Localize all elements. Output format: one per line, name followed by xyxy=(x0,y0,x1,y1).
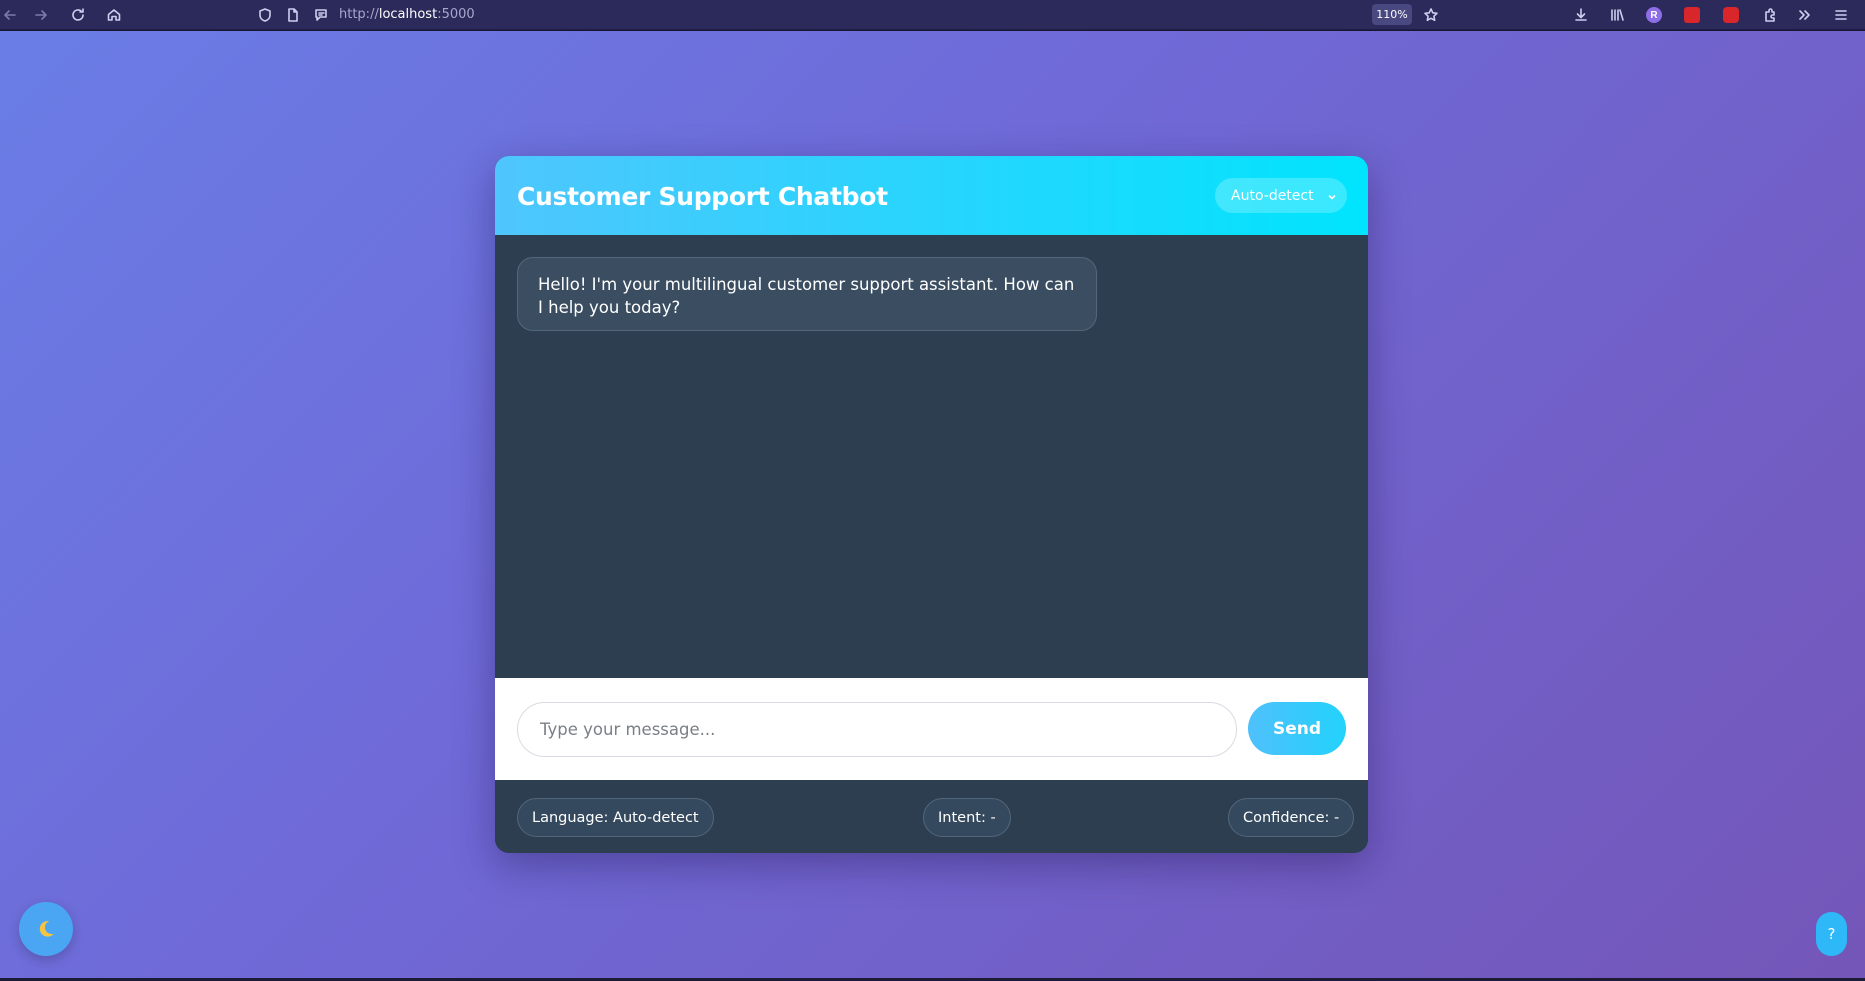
url-scheme: http:// xyxy=(339,7,379,22)
language-status: Language: Auto-detect xyxy=(517,798,714,837)
chevron-down-icon xyxy=(1327,190,1337,200)
overflow-chevrons-icon[interactable] xyxy=(1795,5,1815,25)
downloads-icon[interactable] xyxy=(1571,5,1591,25)
chat-title: Customer Support Chatbot xyxy=(517,182,888,211)
extension-pen-icon[interactable] xyxy=(1684,7,1700,23)
shield-icon[interactable] xyxy=(255,5,275,25)
help-button[interactable]: ? xyxy=(1816,912,1847,956)
confidence-status: Confidence: - xyxy=(1228,798,1355,837)
url-port: :5000 xyxy=(437,7,475,22)
chat-container: Customer Support Chatbot Auto-detect Hel… xyxy=(495,156,1368,853)
chat-messages: Hello! I'm your multilingual customer su… xyxy=(495,235,1368,678)
chat-input-area: Send xyxy=(495,678,1368,780)
back-icon[interactable] xyxy=(0,5,20,25)
send-button[interactable]: Send xyxy=(1248,702,1346,755)
library-icon[interactable] xyxy=(1607,5,1627,25)
browser-toolbar: http://localhost:5000 110% R xyxy=(0,0,1865,30)
intent-status: Intent: - xyxy=(923,798,1011,837)
permissions-icon[interactable] xyxy=(311,5,331,25)
page-icon[interactable] xyxy=(283,5,303,25)
url-host: localhost xyxy=(378,7,438,22)
profile-avatar[interactable]: R xyxy=(1646,7,1662,23)
zoom-badge[interactable]: 110% xyxy=(1372,4,1412,25)
status-bar: Language: Auto-detect Intent: - Confiden… xyxy=(495,780,1368,853)
reload-icon[interactable] xyxy=(68,5,88,25)
theme-toggle-button[interactable] xyxy=(19,902,73,956)
bot-message: Hello! I'm your multilingual customer su… xyxy=(517,257,1097,331)
language-select[interactable]: Auto-detect xyxy=(1215,178,1347,213)
extension-lock-icon[interactable] xyxy=(1723,7,1739,23)
home-icon[interactable] xyxy=(104,5,124,25)
page-background: Customer Support Chatbot Auto-detect Hel… xyxy=(0,31,1865,978)
message-input[interactable] xyxy=(517,702,1237,757)
url-bar[interactable]: http://localhost:5000 xyxy=(339,7,475,22)
extensions-puzzle-icon[interactable] xyxy=(1760,5,1780,25)
language-select-value: Auto-detect xyxy=(1231,187,1314,204)
moon-icon xyxy=(39,921,54,937)
bookmark-star-icon[interactable] xyxy=(1421,5,1441,25)
forward-icon[interactable] xyxy=(31,5,51,25)
chat-header: Customer Support Chatbot Auto-detect xyxy=(495,156,1368,235)
menu-icon[interactable] xyxy=(1831,5,1851,25)
